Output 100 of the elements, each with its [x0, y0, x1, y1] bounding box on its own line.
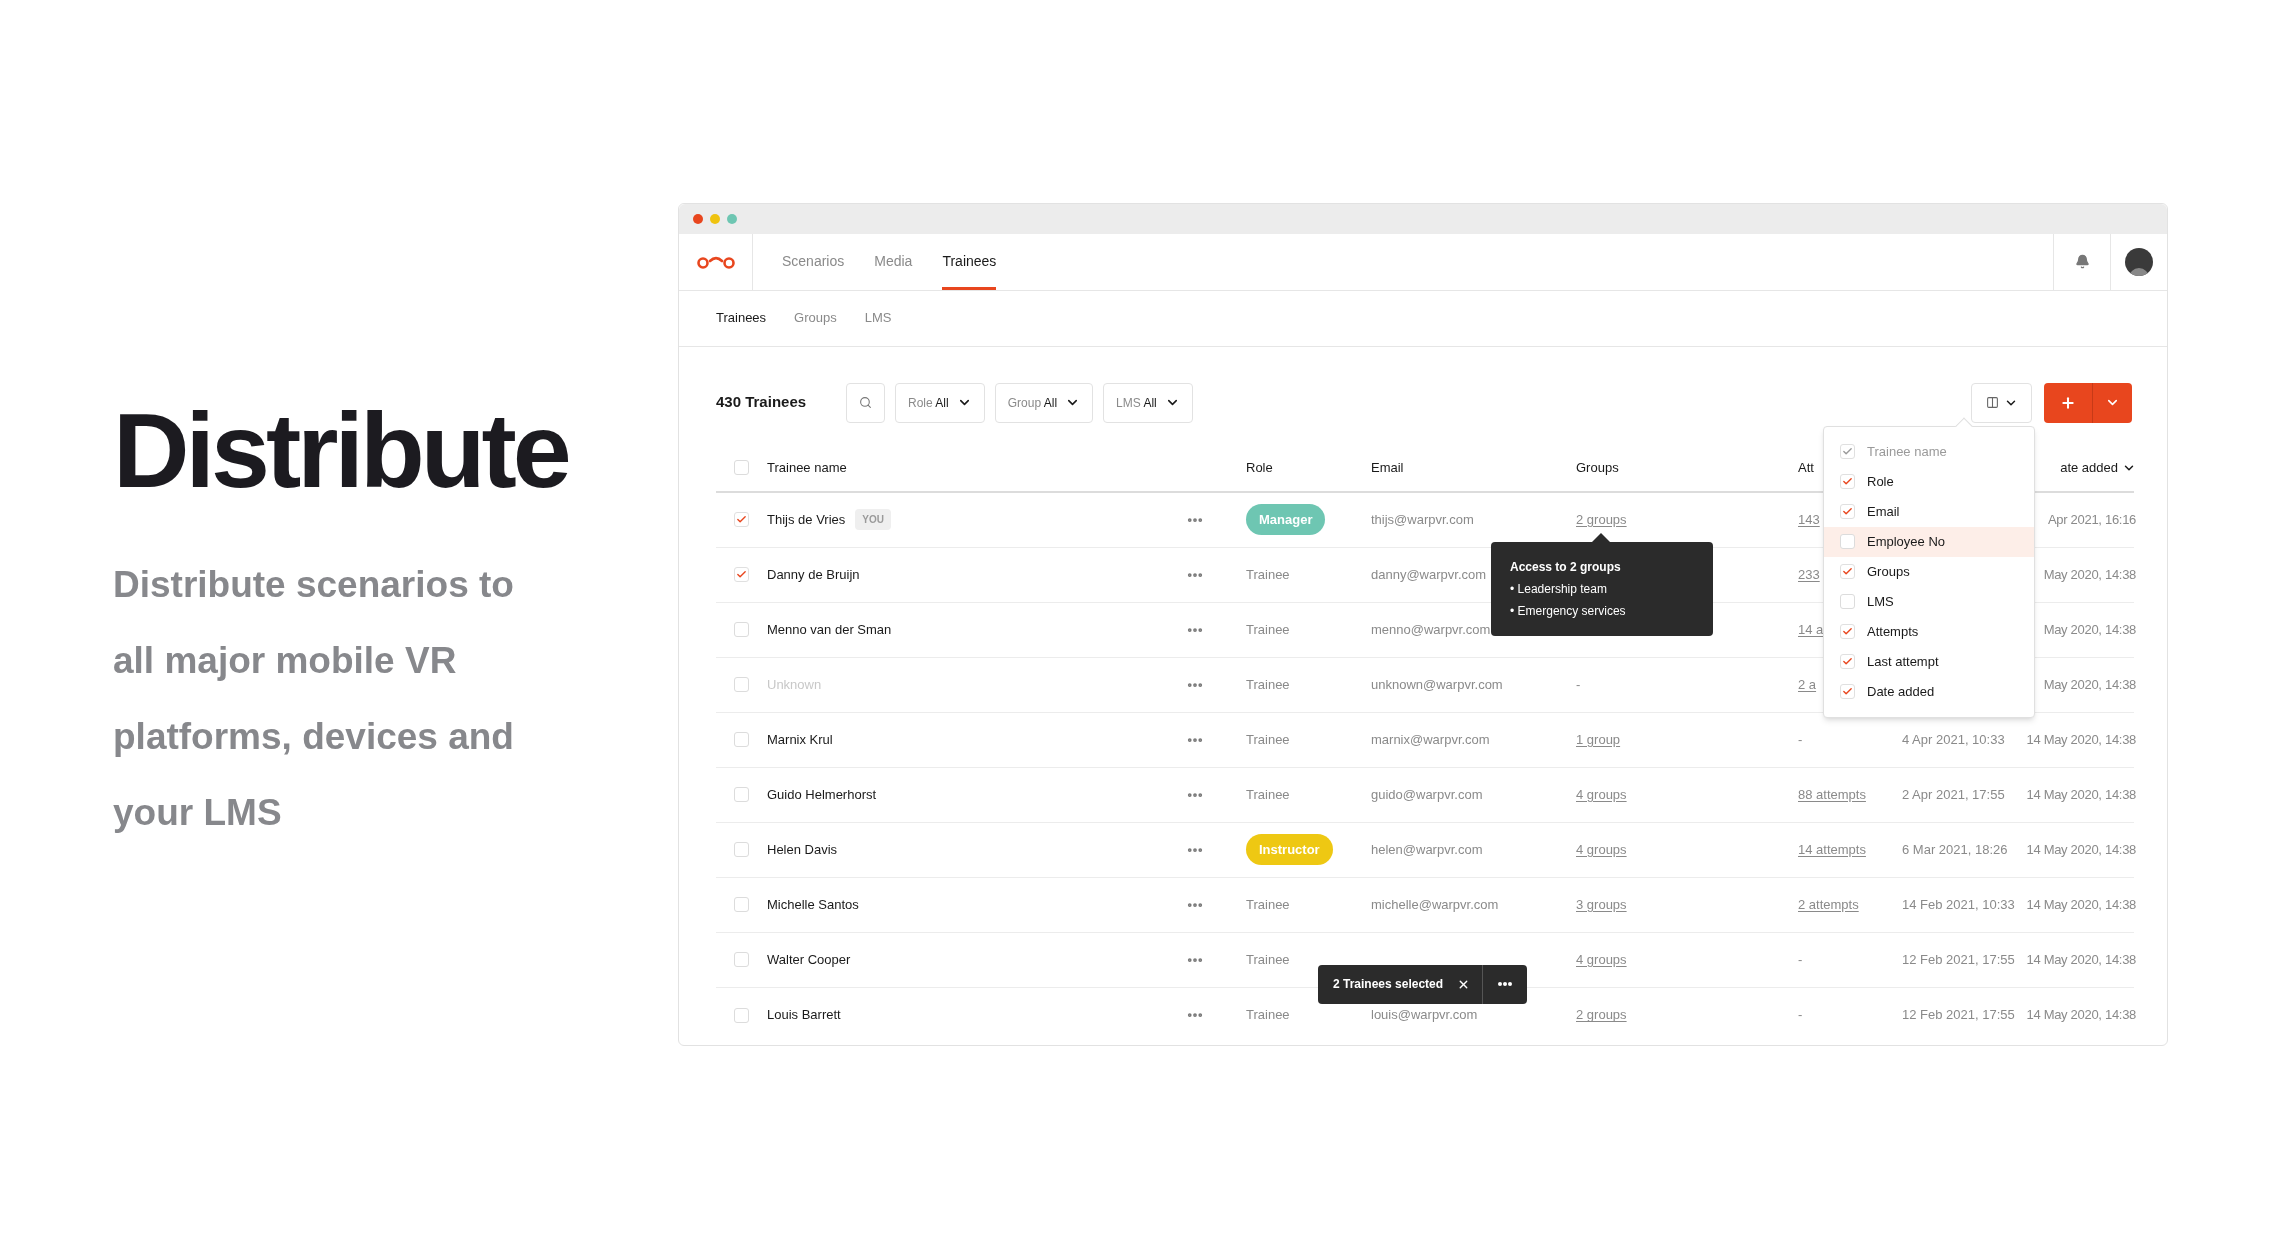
selection-count: 2 Trainees selected — [1333, 976, 1444, 993]
groups-link[interactable]: 3 groups — [1576, 894, 1627, 915]
role-badge: Instructor — [1246, 833, 1333, 866]
attempts-link[interactable]: 14 attempts — [1798, 839, 1866, 860]
checkbox[interactable] — [734, 897, 749, 912]
last-attempt-text: 4 Apr 2021, 10:33 — [1902, 730, 2005, 749]
date-added-text: 14 May 2020, 14:38 — [2026, 1006, 2136, 1025]
sub-tab[interactable]: LMS — [864, 308, 892, 328]
checkbox[interactable] — [734, 732, 749, 747]
groups-link[interactable]: 4 groups — [1576, 949, 1627, 970]
last-attempt-text: 12 Feb 2021, 17:55 — [1902, 950, 2015, 969]
checkbox[interactable] — [1840, 594, 1855, 609]
trainee-name: Walter Cooper — [767, 950, 851, 969]
check-icon — [1842, 656, 1853, 667]
attempts-link[interactable]: 88 attempts — [1798, 784, 1866, 805]
checkbox[interactable] — [734, 512, 749, 527]
avatar[interactable] — [2125, 247, 2153, 276]
check-icon — [1842, 446, 1853, 457]
role-badge: Manager — [1246, 503, 1326, 536]
column-header: Trainee name — [767, 458, 847, 477]
filter-dropdown[interactable]: Group All — [994, 382, 1094, 423]
checkbox[interactable] — [1840, 564, 1855, 579]
date-added-text: 14 May 2020, 14:38 — [2026, 895, 2136, 914]
nav-tab[interactable]: Scenarios — [782, 233, 845, 290]
email-text: menno@warpvr.com — [1371, 620, 1491, 639]
checkbox[interactable] — [734, 842, 749, 857]
columns-button[interactable] — [1971, 382, 2032, 423]
groups-link[interactable]: 2 groups — [1576, 509, 1627, 530]
date-added-text: May 2020, 14:38 — [2043, 675, 2136, 694]
attempts-link[interactable]: 143 — [1798, 509, 1820, 530]
role-text: Trainee — [1246, 675, 1290, 694]
check-icon — [1842, 566, 1853, 577]
column-header: Att — [1798, 458, 1814, 477]
tooltip-item: • Emergency services — [1510, 602, 1627, 620]
column-menu-item[interactable]: Groups — [1824, 556, 2034, 587]
checkbox[interactable] — [1840, 684, 1855, 699]
nav-tab[interactable]: Media — [874, 233, 913, 290]
groups-link[interactable]: 2 groups — [1576, 1005, 1627, 1025]
column-menu-label: Trainee name — [1867, 442, 1947, 461]
column-menu-item[interactable]: Employee No — [1824, 526, 2034, 557]
date-added-text: 14 May 2020, 14:38 — [2026, 840, 2136, 859]
column-menu-item[interactable]: Attempts — [1824, 616, 2034, 647]
column-menu-item[interactable]: Date added — [1824, 676, 2034, 707]
checkbox[interactable] — [734, 1007, 749, 1023]
checkbox[interactable] — [734, 567, 749, 582]
trainee-name: Danny de Bruijn — [767, 565, 860, 584]
checkbox[interactable] — [1840, 474, 1855, 489]
column-header[interactable]: ate added — [2060, 457, 2118, 478]
attempts: - — [1798, 1006, 1803, 1025]
column-menu-label: Employee No — [1867, 532, 1946, 551]
groups-link[interactable]: 1 group — [1576, 729, 1621, 750]
trainee-name: Marnix Krul — [767, 730, 833, 749]
bell-icon[interactable] — [2074, 254, 2090, 269]
attempts-link[interactable]: 2 attempts — [1798, 894, 1859, 915]
groups-link[interactable]: 4 groups — [1576, 839, 1627, 860]
filter-dropdown[interactable]: LMS All — [1103, 382, 1193, 423]
select-all-checkbox[interactable] — [734, 460, 749, 475]
column-menu-item[interactable]: Last attempt — [1824, 646, 2034, 677]
nav-tab[interactable]: Trainees — [942, 233, 997, 290]
attempts-link[interactable]: 233 — [1798, 564, 1820, 585]
more-icon — [1498, 982, 1513, 986]
role-text: Trainee — [1246, 1006, 1290, 1025]
logo-icon[interactable] — [696, 254, 735, 269]
groups-link[interactable]: 4 groups — [1576, 784, 1627, 805]
column-menu-item[interactable]: Email — [1824, 496, 2034, 527]
you-badge: YOU — [855, 509, 891, 530]
role-text: Trainee — [1246, 620, 1290, 639]
checkbox[interactable] — [1840, 534, 1855, 549]
checkbox[interactable] — [734, 952, 749, 967]
sub-tab[interactable]: Trainees — [716, 308, 767, 328]
check-icon — [1842, 686, 1853, 697]
email-text: unknown@warpvr.com — [1371, 675, 1503, 694]
checkbox[interactable] — [1840, 624, 1855, 639]
groups: - — [1576, 674, 1581, 695]
check-icon — [1842, 626, 1853, 637]
date-added-text: 14 May 2020, 14:38 — [2026, 730, 2136, 749]
column-menu-label: Email — [1867, 502, 1900, 521]
trainee-name: Guido Helmerhorst — [767, 785, 877, 804]
checkbox[interactable] — [1840, 504, 1855, 519]
attempts-link[interactable]: 14 a — [1798, 619, 1824, 640]
checkbox[interactable] — [734, 787, 749, 802]
role-text: Trainee — [1246, 730, 1290, 749]
sub-tab[interactable]: Groups — [794, 308, 837, 328]
column-menu-label: Groups — [1867, 562, 1910, 581]
column-menu-item[interactable]: Role — [1824, 466, 2034, 497]
filter-dropdown[interactable]: Role All — [895, 382, 985, 423]
checkbox[interactable] — [734, 622, 749, 637]
last-attempt-text: 6 Mar 2021, 18:26 — [1902, 840, 2008, 859]
email-text: thijs@warpvr.com — [1371, 510, 1474, 529]
trainee-name: Helen Davis — [767, 840, 838, 859]
column-menu-label: LMS — [1867, 592, 1894, 611]
trainee-name: Michelle Santos — [767, 895, 859, 914]
role-text: Trainee — [1246, 895, 1290, 914]
role-text: Trainee — [1246, 565, 1290, 584]
checkbox[interactable] — [1840, 654, 1855, 669]
check-icon — [736, 569, 747, 580]
column-menu-item[interactable]: LMS — [1824, 586, 2034, 617]
email-text: helen@warpvr.com — [1371, 840, 1483, 859]
add-split-button[interactable] — [2044, 382, 2132, 423]
attempts: - — [1798, 730, 1803, 749]
